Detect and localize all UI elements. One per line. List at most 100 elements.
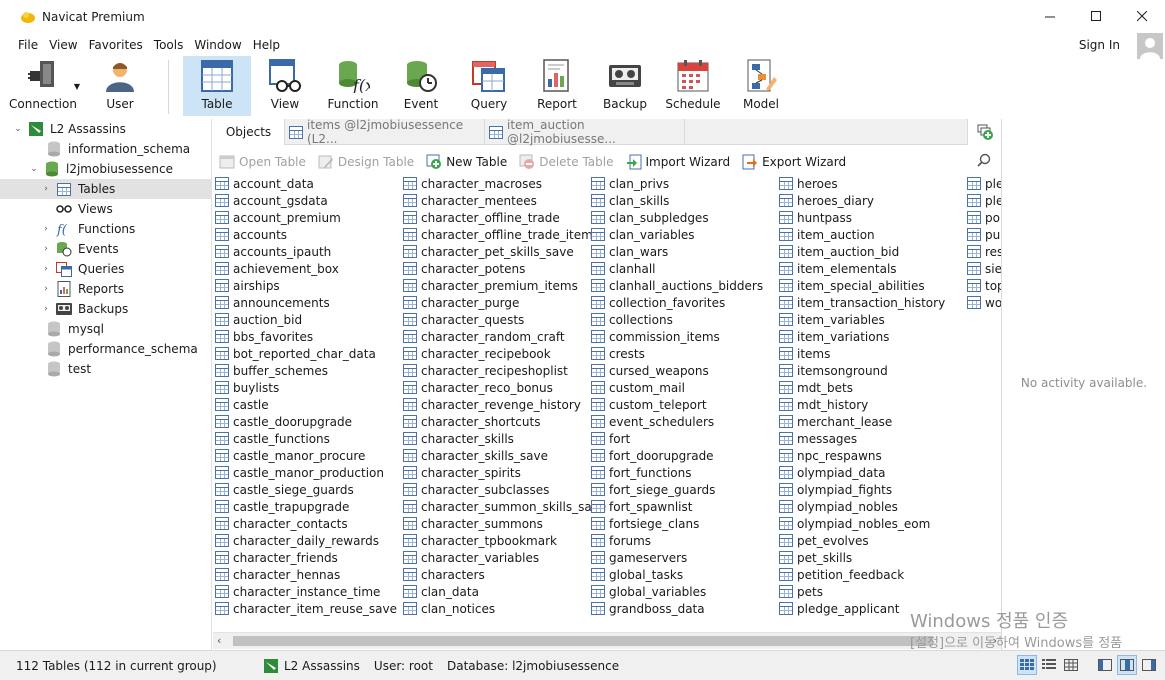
scroll-left-icon[interactable]: ‹ (217, 634, 221, 647)
table-list-item[interactable]: clanhall_auctions_bidders (591, 277, 763, 294)
table-list-item[interactable]: character_daily_rewards (215, 532, 397, 549)
table-list-item[interactable]: item_special_abilities (779, 277, 945, 294)
table-list-item[interactable]: announcements (215, 294, 397, 311)
search-icon[interactable] (977, 153, 991, 170)
table-list-item[interactable]: event_schedulers (591, 413, 763, 430)
table-list-item[interactable]: clan_data (403, 583, 606, 600)
table-list-item[interactable]: collection_favorites (591, 294, 763, 311)
table-list-item[interactable]: fort_functions (591, 464, 763, 481)
table-list-item[interactable]: heroes (779, 175, 945, 192)
new-tab-button[interactable] (967, 119, 1001, 145)
table-list-item[interactable]: character_item_reuse_save (215, 600, 397, 617)
table-list-item[interactable]: character_friends (215, 549, 397, 566)
user-button[interactable]: User (86, 56, 154, 116)
table-list-item[interactable]: po (967, 209, 1001, 226)
table-list-item[interactable]: character_mentees (403, 192, 606, 209)
report-button[interactable]: Report (523, 56, 591, 116)
table-list-item[interactable]: olympiad_data (779, 464, 945, 481)
table-list-item[interactable]: clan_privs (591, 175, 763, 192)
query-button[interactable]: Query (455, 56, 523, 116)
table-list-item[interactable]: fort_spawnlist (591, 498, 763, 515)
connection-button[interactable]: ▼ Connection (0, 56, 86, 116)
table-list-item[interactable]: character_offline_trade (403, 209, 606, 226)
table-list-item[interactable]: castle_doorupgrade (215, 413, 397, 430)
chevron-down-icon[interactable]: ▼ (74, 82, 80, 91)
table-list-item[interactable]: clan_variables (591, 226, 763, 243)
table-list-item[interactable]: airships (215, 277, 397, 294)
table-list-item[interactable]: crests (591, 345, 763, 362)
chevron-right-icon[interactable]: › (40, 264, 52, 274)
toggle-info-pane-button[interactable] (1117, 655, 1137, 675)
table-list-item[interactable]: clan_subpledges (591, 209, 763, 226)
table-list-item[interactable]: achievement_box (215, 260, 397, 277)
table-list-item[interactable]: fort (591, 430, 763, 447)
er-view-button[interactable] (1061, 655, 1081, 675)
design-table-button[interactable]: Design Table (318, 154, 414, 170)
horizontal-scrollbar[interactable]: ‹ › (213, 632, 1001, 649)
table-list-item[interactable]: fort_doorupgrade (591, 447, 763, 464)
table-list-item[interactable]: collections (591, 311, 763, 328)
table-list-item[interactable]: character_contacts (215, 515, 397, 532)
table-list-item[interactable]: olympiad_nobles_eom (779, 515, 945, 532)
table-list-item[interactable]: character_random_craft (403, 328, 606, 345)
table-list-item[interactable]: character_pet_skills_save (403, 243, 606, 260)
menu-favorites[interactable]: Favorites (89, 38, 143, 52)
table-list-item[interactable]: character_tpbookmark (403, 532, 606, 549)
table-list-item[interactable]: character_skills_save (403, 447, 606, 464)
delete-table-button[interactable]: Delete Table (519, 154, 614, 170)
table-list-item[interactable]: accounts (215, 226, 397, 243)
table-list-item[interactable]: clan_wars (591, 243, 763, 260)
table-list-item[interactable]: pets (779, 583, 945, 600)
table-list-item[interactable]: castle_manor_production (215, 464, 397, 481)
table-list-item[interactable]: grandboss_data (591, 600, 763, 617)
table-list-item[interactable]: custom_teleport (591, 396, 763, 413)
table-list-item[interactable]: item_elementals (779, 260, 945, 277)
table-list-item[interactable]: pet_evolves (779, 532, 945, 549)
chevron-right-icon[interactable]: › (40, 304, 52, 314)
table-list-item[interactable]: item_transaction_history (779, 294, 945, 311)
tree-item-tables[interactable]: › Tables (0, 179, 212, 199)
table-list-item[interactable]: olympiad_fights (779, 481, 945, 498)
table-list-item[interactable]: character_potens (403, 260, 606, 277)
table-list-item[interactable]: auction_bid (215, 311, 397, 328)
table-list-item[interactable]: character_variables (403, 549, 606, 566)
table-list-item[interactable]: bbs_favorites (215, 328, 397, 345)
table-list-item[interactable]: items (779, 345, 945, 362)
table-list-item[interactable]: gameservers (591, 549, 763, 566)
table-list-item[interactable]: ple (967, 192, 1001, 209)
table-button[interactable]: Table (183, 56, 251, 116)
table-list-item[interactable]: clan_notices (403, 600, 606, 617)
scrollbar-thumb[interactable] (233, 636, 933, 646)
table-list-item[interactable]: buffer_schemes (215, 362, 397, 379)
table-list-item[interactable]: petition_feedback (779, 566, 945, 583)
menu-window[interactable]: Window (194, 38, 241, 52)
table-list-item[interactable]: character_reco_bonus (403, 379, 606, 396)
table-list-item[interactable]: character_quests (403, 311, 606, 328)
table-list-item[interactable]: custom_mail (591, 379, 763, 396)
export-wizard-button[interactable]: Export Wizard (742, 154, 846, 170)
table-list-item[interactable]: item_variables (779, 311, 945, 328)
table-list-item[interactable]: account_premium (215, 209, 397, 226)
menu-tools[interactable]: Tools (154, 38, 184, 52)
tree-item-reports[interactable]: › Reports (0, 279, 212, 299)
table-list-item[interactable]: castle_siege_guards (215, 481, 397, 498)
table-list-item[interactable]: character_offline_trade_items (403, 226, 606, 243)
table-list-item[interactable]: character_recipeshoplist (403, 362, 606, 379)
new-table-button[interactable]: New Table (426, 154, 507, 170)
table-list-item[interactable]: buylists (215, 379, 397, 396)
table-list-item[interactable]: fortsiege_clans (591, 515, 763, 532)
tree-db-test[interactable]: test (0, 359, 212, 379)
table-list-item[interactable]: character_shortcuts (403, 413, 606, 430)
table-list-item[interactable]: character_subclasses (403, 481, 606, 498)
table-list-item[interactable]: castle_manor_procure (215, 447, 397, 464)
detail-view-button[interactable] (1039, 655, 1059, 675)
table-list-item[interactable]: character_summon_skills_save (403, 498, 606, 515)
table-list-item[interactable]: wo (967, 294, 1001, 311)
open-table-button[interactable]: Open Table (219, 154, 306, 170)
table-list-item[interactable]: cursed_weapons (591, 362, 763, 379)
chevron-down-icon[interactable]: ⌄ (12, 124, 24, 134)
menu-view[interactable]: View (49, 38, 77, 52)
view-button[interactable]: View (251, 56, 319, 116)
table-list-item[interactable]: character_macroses (403, 175, 606, 192)
sign-in-link[interactable]: Sign In (1079, 38, 1120, 52)
